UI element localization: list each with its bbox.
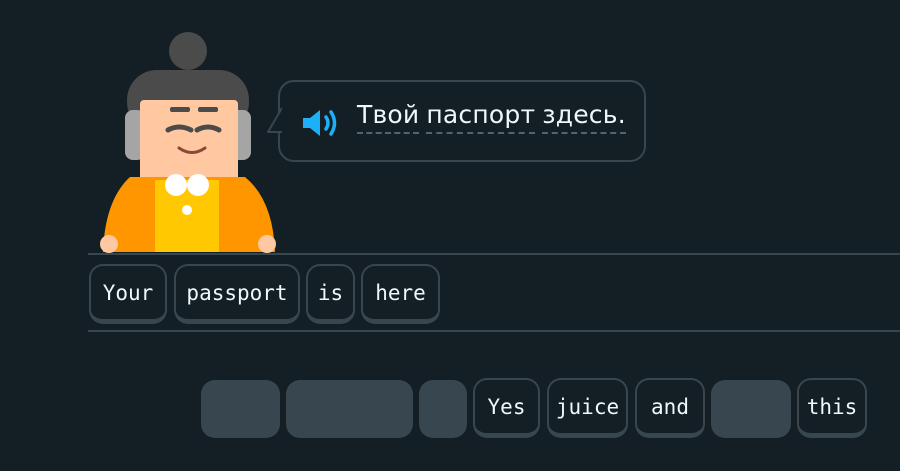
speaker-icon[interactable] xyxy=(300,106,342,140)
prompt-word[interactable]: паспорт xyxy=(426,100,536,134)
word-bank-tile[interactable]: and xyxy=(635,378,705,438)
word-bank-tile[interactable]: juice xyxy=(547,378,628,438)
word-bank-tile[interactable]: this xyxy=(797,378,867,438)
answer-line-bottom xyxy=(88,330,900,332)
prompt-word[interactable]: здесь. xyxy=(542,100,626,134)
word-bank-empty-slot xyxy=(711,380,791,438)
word-bank-empty-slot xyxy=(286,380,413,438)
word-bank-empty-slot xyxy=(201,380,280,438)
prompt-sentence: Твой паспорт здесь. xyxy=(357,100,626,134)
character-avatar xyxy=(100,32,276,253)
answer-tile[interactable]: passport xyxy=(174,264,300,324)
word-bank-tile[interactable]: Yes xyxy=(473,378,540,438)
speech-bubble: Твой паспорт здесь. xyxy=(267,80,646,162)
prompt-word[interactable]: Твой xyxy=(357,100,420,134)
answer-line-top xyxy=(88,253,900,255)
answer-tile[interactable]: Your xyxy=(89,264,167,324)
answer-tile[interactable]: is xyxy=(306,264,355,324)
word-bank-empty-slot xyxy=(419,380,467,438)
answer-tile[interactable]: here xyxy=(361,264,440,324)
bubble-tail xyxy=(267,106,290,136)
